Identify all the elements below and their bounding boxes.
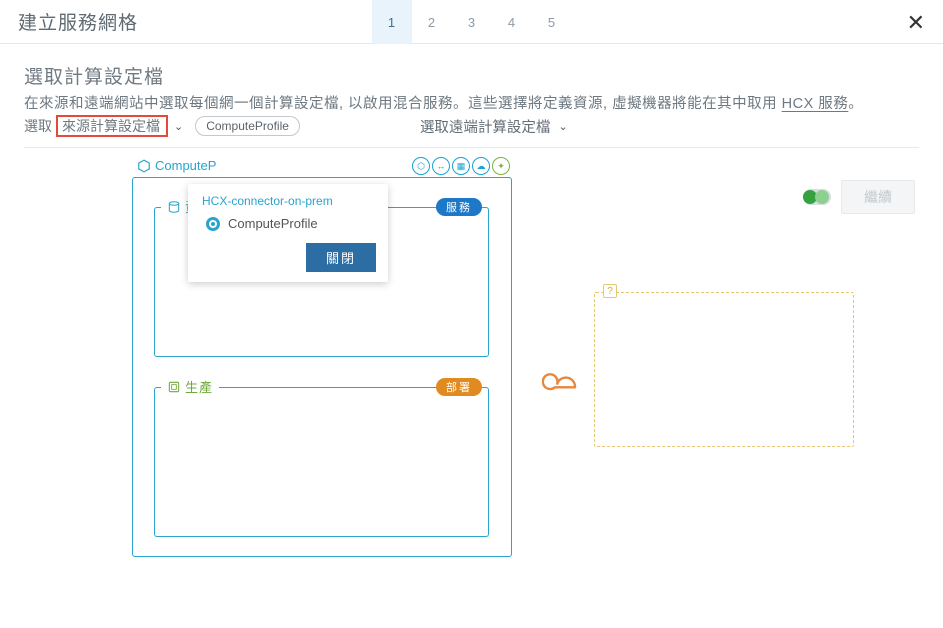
production-tag: 部署 — [436, 378, 482, 396]
compute-profile-text: ComputeP — [155, 158, 216, 173]
datastore-tag: 服務 — [436, 198, 482, 216]
desc-link[interactable]: HCX 服務 — [782, 96, 849, 112]
step-5[interactable]: 5 — [532, 0, 572, 44]
divider — [24, 147, 919, 148]
datastore-icon — [167, 200, 181, 214]
production-label-text: 生產 — [185, 377, 213, 396]
help-icon[interactable]: ? — [603, 284, 617, 298]
service-icon-4: ☁ — [472, 157, 490, 175]
page-title: 建立服務網格 — [18, 8, 138, 35]
production-box: 生產 部署 — [154, 387, 489, 537]
source-profile-pill[interactable]: ComputeProfile — [195, 116, 300, 136]
select-source-label-prefix: 選取 — [24, 116, 52, 136]
step-4[interactable]: 4 — [492, 0, 532, 44]
wizard-steps: 1 2 3 4 5 — [372, 0, 572, 44]
step-2[interactable]: 2 — [412, 0, 452, 44]
profile-dropdown-header: HCX-connector-on-prem — [188, 194, 388, 212]
remote-profile-chevron-icon[interactable]: ⌄ — [556, 120, 569, 133]
section-description: 在來源和遠端網站中選取每個網一個計算設定檔, 以啟用混合服務。這些選擇將定義資源… — [24, 93, 919, 115]
desc-text: 在來源和遠端網站中選取每個網一個計算設定檔, 以啟用混合服務。這些選擇將定義資源… — [24, 96, 782, 112]
close-icon[interactable]: ✕ — [907, 10, 925, 36]
host-icon — [167, 380, 181, 394]
service-icons-row: ⬡ ↔ ▦ ☁ ✦ — [409, 157, 513, 175]
dropdown-close-button[interactable]: 關閉 — [306, 243, 376, 272]
section-title: 選取計算設定檔 — [24, 62, 919, 89]
cloud-connector-icon — [542, 362, 586, 398]
desc-text-end: 。 — [848, 96, 863, 112]
service-icon-5: ✦ — [492, 157, 510, 175]
source-profile-highlight: 來源計算設定檔 — [56, 115, 168, 137]
profile-option-label: ComputeProfile — [228, 216, 318, 231]
source-profile-chevron-icon[interactable]: ⌄ — [172, 120, 185, 133]
profile-dropdown: HCX-connector-on-prem ComputeProfile 關閉 — [188, 184, 388, 282]
radio-selected-icon — [206, 217, 220, 231]
remote-placeholder: ? — [594, 292, 854, 447]
service-icon-3: ▦ — [452, 157, 470, 175]
production-label: 生產 — [161, 377, 219, 396]
select-remote-label: 選取遠端計算設定檔 — [420, 116, 551, 137]
step-3[interactable]: 3 — [452, 0, 492, 44]
step-1[interactable]: 1 — [372, 0, 412, 44]
source-profile-label: 來源計算設定檔 — [62, 116, 160, 136]
profile-option[interactable]: ComputeProfile — [188, 212, 388, 239]
compute-profile-frame-label: ComputeP — [133, 158, 220, 173]
service-icon-2: ↔ — [432, 157, 450, 175]
service-icon-1: ⬡ — [412, 157, 430, 175]
hex-icon — [137, 159, 151, 173]
